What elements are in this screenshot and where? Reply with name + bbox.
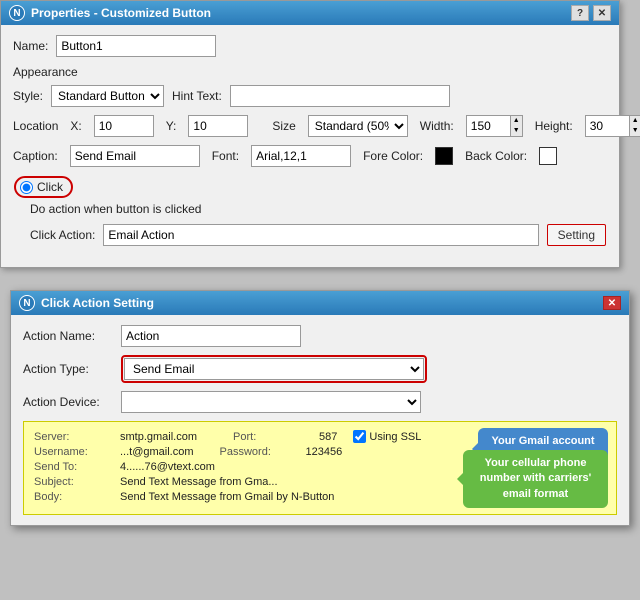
click-action-input[interactable] — [103, 224, 538, 246]
fore-color-box[interactable] — [435, 147, 453, 165]
action-name-input[interactable] — [121, 325, 301, 347]
y-label: Y: — [166, 119, 177, 133]
height-arrows[interactable]: ▲ ▼ — [630, 115, 640, 137]
title-buttons: ? ✕ — [571, 5, 611, 21]
back-color-label: Back Color: — [465, 149, 527, 163]
action-name-row: Action Name: — [23, 325, 617, 347]
close-button[interactable]: ✕ — [593, 5, 611, 21]
using-ssl-row: Using SSL — [353, 430, 421, 443]
phone-callout-text: Your cellular phone number with carriers… — [480, 457, 591, 500]
height-spinner[interactable]: ▲ ▼ — [585, 115, 640, 137]
location-label: Location — [13, 119, 58, 133]
send-to-value: 4......76@vtext.com — [120, 461, 215, 473]
click-radio[interactable] — [20, 181, 33, 194]
hint-text-input[interactable] — [230, 85, 450, 107]
click-section: Click Do action when button is clicked C… — [13, 175, 607, 251]
name-label: Name: — [13, 39, 48, 53]
properties-body: Name: Appearance Style: Standard Button … — [1, 25, 619, 267]
click-radio-circled: Click — [14, 176, 73, 198]
title-bar-left: N Properties - Customized Button — [9, 5, 211, 21]
action-device-row: Action Device: — [23, 391, 617, 413]
width-label: Width: — [420, 119, 454, 133]
help-button[interactable]: ? — [571, 5, 589, 21]
font-input[interactable] — [251, 145, 351, 167]
using-ssl-checkbox[interactable] — [353, 430, 366, 443]
width-arrows[interactable]: ▲ ▼ — [511, 115, 523, 137]
caption-font-row: Caption: Font: Fore Color: Back Color: — [13, 145, 607, 167]
caption-label: Caption: — [13, 149, 58, 163]
subject-value: Send Text Message from Gma... — [120, 476, 278, 488]
action-close-button[interactable]: ✕ — [603, 296, 621, 310]
style-row: Style: Standard Button Hint Text: — [13, 85, 607, 107]
properties-window-title: Properties - Customized Button — [31, 6, 211, 20]
setting-button[interactable]: Setting — [547, 224, 606, 246]
body-label: Body: — [34, 491, 114, 503]
size-dropdown[interactable]: Standard (50%) — [308, 115, 408, 137]
send-to-label: Send To: — [34, 461, 114, 473]
back-color-box[interactable] — [539, 147, 557, 165]
username-value: ...t@gmail.com — [120, 446, 194, 458]
name-input[interactable] — [56, 35, 216, 57]
height-up[interactable]: ▲ — [630, 116, 640, 126]
body-value: Send Text Message from Gmail by N-Button — [120, 491, 334, 503]
style-dropdown[interactable]: Standard Button — [51, 85, 164, 107]
using-ssl-label: Using SSL — [369, 431, 421, 443]
action-title-left: N Click Action Setting — [19, 295, 154, 311]
properties-title-bar: N Properties - Customized Button ? ✕ — [1, 1, 619, 25]
properties-window: N Properties - Customized Button ? ✕ Nam… — [0, 0, 620, 268]
action-type-dropdown[interactable]: Send Email — [124, 358, 424, 380]
info-panel: Server: smtp.gmail.com Port: 587 Using S… — [23, 421, 617, 515]
username-label: Username: — [34, 446, 114, 458]
font-label: Font: — [212, 149, 239, 163]
click-action-row: Click Action: Setting — [14, 224, 606, 246]
x-input[interactable] — [94, 115, 154, 137]
name-row: Name: — [13, 35, 607, 57]
x-label: X: — [70, 119, 81, 133]
action-type-label: Action Type: — [23, 362, 113, 376]
click-action-label: Click Action: — [30, 228, 95, 242]
hint-text-label: Hint Text: — [172, 89, 222, 103]
y-input[interactable] — [188, 115, 248, 137]
style-label: Style: — [13, 89, 43, 103]
phone-callout: Your cellular phone number with carriers… — [463, 450, 608, 508]
height-input[interactable] — [585, 115, 630, 137]
password-label: Password: — [220, 446, 300, 458]
width-spinner[interactable]: ▲ ▼ — [466, 115, 523, 137]
click-label: Click — [37, 180, 63, 194]
action-body: Action Name: Action Type: Send Email Act… — [11, 315, 629, 525]
action-window: N Click Action Setting ✕ Action Name: Ac… — [10, 290, 630, 526]
size-label: Size — [272, 119, 295, 133]
width-input[interactable] — [466, 115, 511, 137]
server-label: Server: — [34, 431, 114, 443]
server-value: smtp.gmail.com — [120, 431, 197, 443]
port-value: 587 — [319, 431, 337, 443]
fore-color-label: Fore Color: — [363, 149, 423, 163]
action-type-wrapper: Send Email — [121, 355, 427, 383]
action-title-bar: N Click Action Setting ✕ — [11, 291, 629, 315]
location-size-row: Location X: Y: Size Standard (50%) Width… — [13, 115, 607, 137]
do-action-label: Do action when button is clicked — [30, 202, 201, 216]
action-name-label: Action Name: — [23, 329, 113, 343]
action-type-row: Action Type: Send Email — [23, 355, 617, 383]
do-action-row: Do action when button is clicked — [14, 202, 606, 216]
height-down[interactable]: ▼ — [630, 126, 640, 136]
title-icon: N — [9, 5, 25, 21]
width-down[interactable]: ▼ — [511, 126, 522, 136]
action-window-title: Click Action Setting — [41, 296, 154, 310]
password-value: 123456 — [306, 446, 343, 458]
width-up[interactable]: ▲ — [511, 116, 522, 126]
appearance-label: Appearance — [13, 65, 607, 79]
action-title-icon: N — [19, 295, 35, 311]
action-device-label: Action Device: — [23, 395, 113, 409]
action-device-dropdown[interactable] — [121, 391, 421, 413]
caption-input[interactable] — [70, 145, 200, 167]
appearance-section: Appearance Style: Standard Button Hint T… — [13, 65, 607, 167]
subject-label: Subject: — [34, 476, 114, 488]
height-label: Height: — [535, 119, 573, 133]
port-label: Port: — [233, 431, 313, 443]
click-radio-row: Click — [14, 176, 606, 198]
